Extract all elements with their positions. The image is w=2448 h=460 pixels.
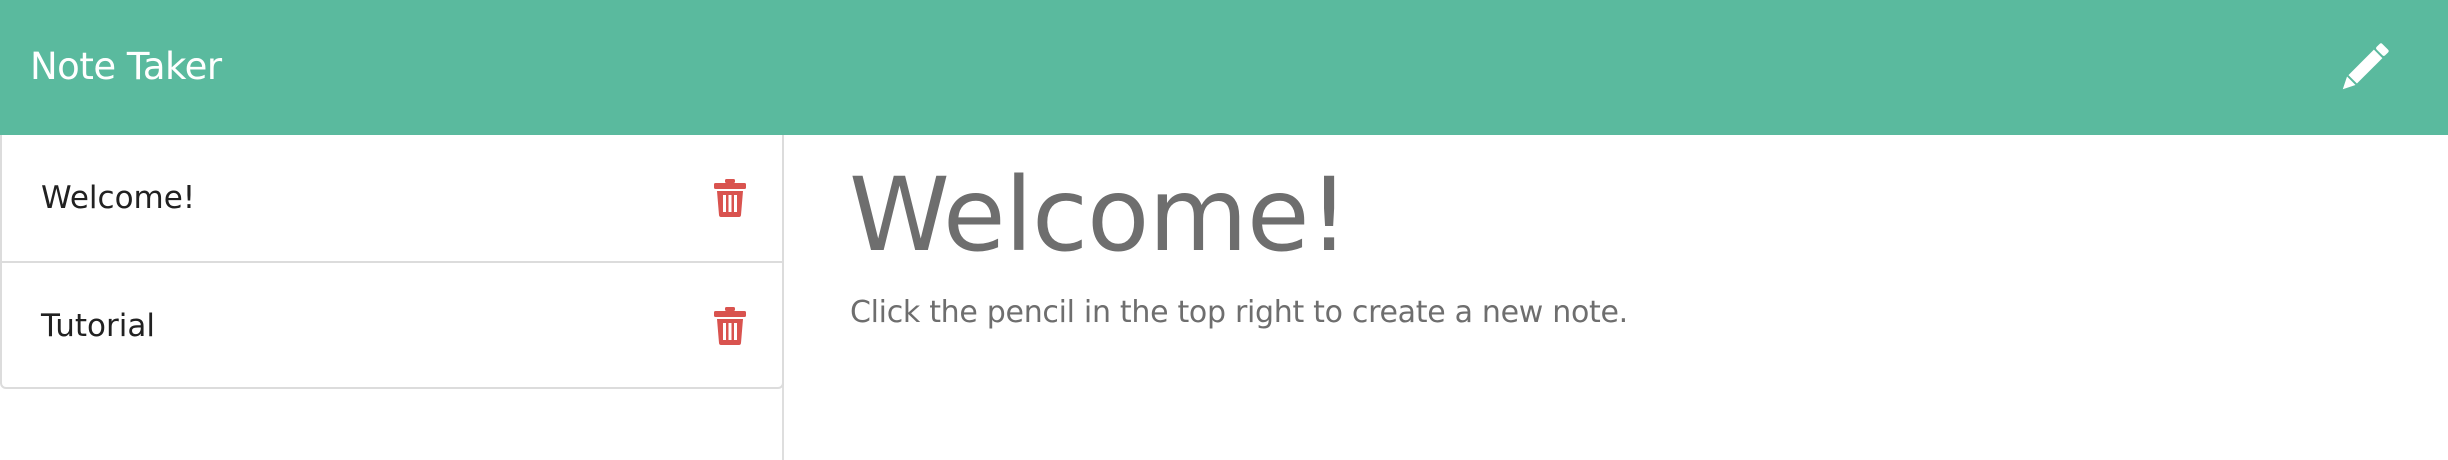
sidebar: Welcome! Tutorial [0,135,784,460]
note-list: Welcome! Tutorial [0,135,784,389]
navbar: Note Taker [0,0,2448,135]
note-view: Welcome! Click the pencil in the top rig… [786,135,2448,460]
note-list-item-title[interactable]: Tutorial [41,263,155,389]
trash-icon[interactable] [714,307,746,345]
note-body: Click the pencil in the top right to cre… [850,295,1628,330]
note-list-item-title[interactable]: Welcome! [41,135,195,261]
pencil-icon[interactable] [2332,36,2396,100]
app-title[interactable]: Note Taker [30,0,222,135]
trash-icon[interactable] [714,179,746,217]
note-list-item-tutorial[interactable]: Tutorial [2,261,782,387]
note-list-item-welcome[interactable]: Welcome! [2,135,782,261]
note-title: Welcome! [849,156,1349,275]
